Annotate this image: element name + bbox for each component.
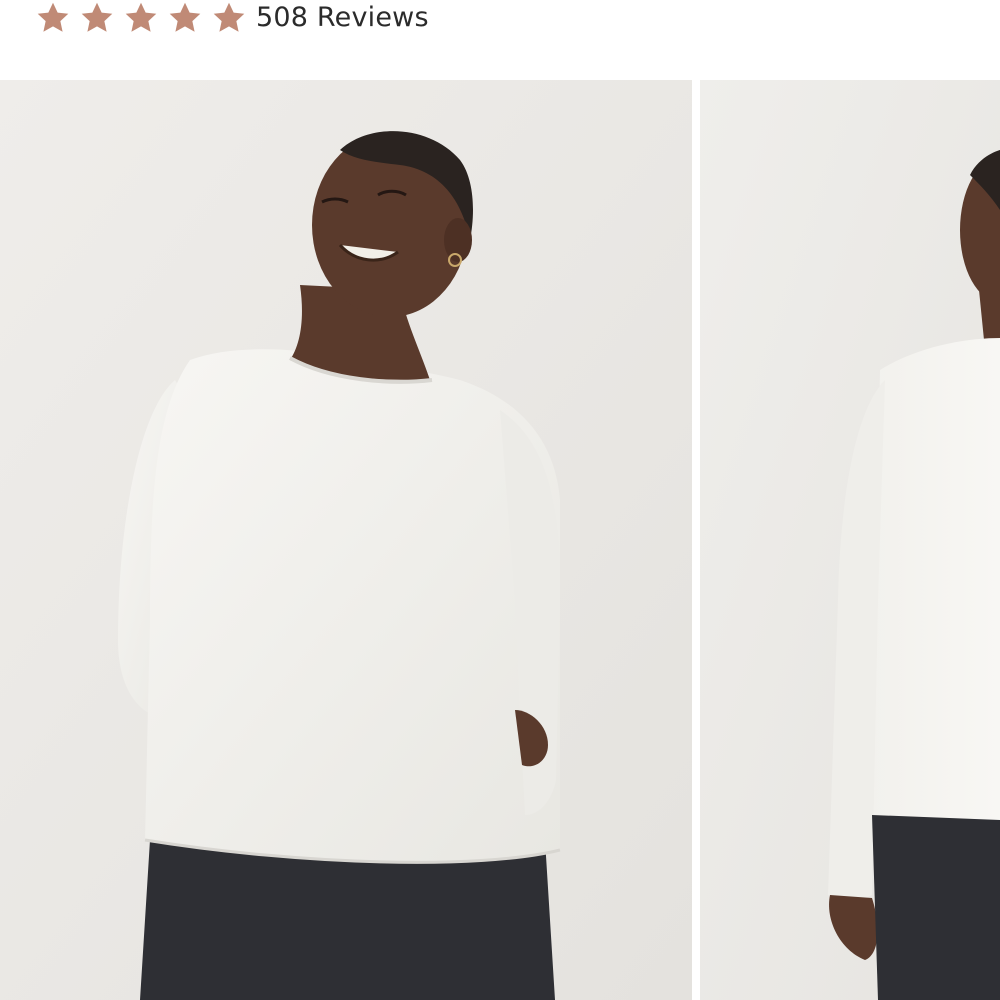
product-image-gallery: [0, 80, 1000, 1000]
product-photo-back[interactable]: [700, 80, 1000, 1000]
star-icon: [210, 0, 248, 36]
product-page: 508 Reviews: [0, 0, 1000, 1000]
review-count-link[interactable]: 508 Reviews: [256, 0, 429, 36]
rating-summary[interactable]: 508 Reviews: [34, 0, 429, 36]
star-icon: [166, 0, 204, 36]
product-photo-back-image: [700, 80, 1000, 1000]
product-photo-front-image: [0, 80, 692, 1000]
star-icon: [34, 0, 72, 36]
star-icon: [78, 0, 116, 36]
star-icon: [122, 0, 160, 36]
star-rating[interactable]: [34, 0, 248, 36]
product-photo-front[interactable]: [0, 80, 692, 1000]
